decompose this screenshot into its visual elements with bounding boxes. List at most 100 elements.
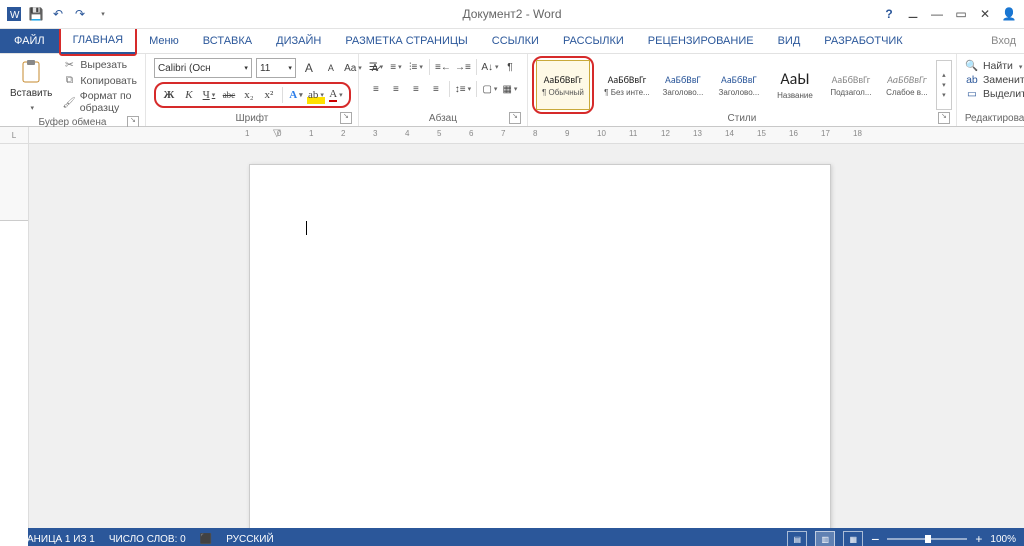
style-normal[interactable]: АаБбВвГг¶ Обычный (536, 60, 590, 110)
font-size-combo[interactable]: 11▾ (256, 58, 296, 78)
align-justify-button[interactable]: ≡ (427, 80, 445, 98)
svg-text:W: W (10, 10, 20, 21)
qat-more-icon[interactable] (94, 6, 110, 22)
italic-button[interactable]: К (180, 86, 198, 104)
font-name-combo[interactable]: Calibri (Осн▾ (154, 58, 252, 78)
text-cursor (306, 221, 307, 235)
align-right-button[interactable]: ≡ (407, 80, 425, 98)
text-effects-button[interactable]: A (287, 86, 305, 104)
tab-references[interactable]: ССЫЛКИ (480, 29, 551, 53)
document-scroll[interactable] (29, 144, 1024, 528)
group-editing: 🔍Найти abЗаменить ▭Выделить Редактирован… (957, 54, 1024, 126)
style-title[interactable]: АаЫНазвание (768, 60, 822, 110)
sort-button[interactable]: A↓ (481, 58, 499, 76)
align-center-button[interactable]: ≡ (387, 80, 405, 98)
zoom-slider[interactable] (887, 538, 967, 540)
tab-insert[interactable]: ВСТАВКА (191, 29, 264, 53)
copy-button[interactable]: ⧉Копировать (60, 73, 139, 88)
view-read-icon[interactable]: ▤ (787, 531, 807, 546)
style-subtitle[interactable]: АаБбВвГгПодзагол... (824, 60, 878, 110)
bullets-button[interactable]: ☰ (367, 58, 385, 76)
replace-icon: ab (965, 74, 979, 86)
bold-button[interactable]: Ж (160, 86, 178, 104)
tab-file[interactable]: ФАЙЛ (0, 29, 59, 53)
zoom-out-button[interactable]: − (871, 531, 879, 546)
highlight-button[interactable]: ab (307, 86, 325, 104)
zoom-level[interactable]: 100% (990, 534, 1016, 545)
tab-developer[interactable]: РАЗРАБОТЧИК (812, 29, 914, 53)
decrease-indent-button[interactable]: ≡← (434, 58, 452, 76)
tab-menu[interactable]: Меню (137, 29, 191, 53)
redo-icon[interactable]: ↷ (72, 6, 88, 22)
find-icon: 🔍 (965, 59, 979, 72)
cut-icon: ✂ (62, 59, 76, 71)
title-bar: W 💾 ↶ ↷ Документ2 - Word ? ⚊ — ▭ ✕ 👤 (0, 0, 1024, 29)
tab-view[interactable]: ВИД (766, 29, 813, 53)
group-clipboard: Вставить ✂Вырезать ⧉Копировать 🖌Формат п… (0, 54, 146, 126)
numbering-button[interactable]: ≡ (387, 58, 405, 76)
borders-button[interactable]: ▦ (501, 80, 519, 98)
format-painter-button[interactable]: 🖌Формат по образцу (60, 89, 139, 115)
paste-label: Вставить (10, 88, 52, 99)
tab-design[interactable]: ДИЗАЙН (264, 29, 333, 53)
ruler-vertical[interactable]: 012345678910111213 (0, 144, 29, 528)
paste-button[interactable]: Вставить (4, 58, 58, 115)
font-format-redbox: Ж К Ч abc x₂ x² A ab A (154, 82, 351, 108)
font-launcher-icon[interactable]: ↘ (340, 112, 352, 124)
tab-home[interactable]: ГЛАВНАЯ (61, 28, 135, 54)
document-area: 012345678910111213 (0, 144, 1024, 528)
strike-button[interactable]: abc (220, 86, 238, 104)
help-icon[interactable]: ? (878, 5, 900, 23)
find-button[interactable]: 🔍Найти (965, 58, 1022, 73)
subscript-button[interactable]: x₂ (240, 86, 258, 104)
style-nospacing[interactable]: АаБбВвГг¶ Без инте... (600, 60, 654, 110)
minimize-icon[interactable]: — (926, 5, 948, 23)
tab-mailings[interactable]: РАССЫЛКИ (551, 29, 636, 53)
status-language[interactable]: РУССКИЙ (226, 534, 273, 545)
shading-button[interactable]: ▢ (481, 80, 499, 98)
maximize-icon[interactable]: ▭ (950, 5, 972, 23)
login-link[interactable]: Вход (991, 35, 1016, 47)
word-app-icon: W (6, 6, 22, 22)
styles-launcher-icon[interactable]: ↘ (938, 112, 950, 124)
multilevel-button[interactable]: ⫶≡ (407, 58, 425, 76)
style-heading2[interactable]: АаБбВвГЗаголово... (712, 60, 766, 110)
page[interactable] (249, 164, 831, 528)
underline-button[interactable]: Ч (200, 86, 218, 104)
font-color-button[interactable]: A (327, 86, 345, 104)
status-proof-icon[interactable]: ⬛ (200, 534, 212, 545)
group-styles: АаБбВвГг¶ Обычный АаБбВвГг¶ Без инте... … (528, 54, 957, 126)
shrink-font-button[interactable]: A (322, 59, 340, 77)
save-icon[interactable]: 💾 (28, 6, 44, 22)
view-web-icon[interactable]: ▦ (843, 531, 863, 546)
select-button[interactable]: ▭Выделить (965, 87, 1024, 101)
style-subtle[interactable]: АаБбВвГгСлабое в... (880, 60, 934, 110)
ribbon-options-icon[interactable]: ⚊ (902, 5, 924, 23)
status-words[interactable]: ЧИСЛО СЛОВ: 0 (109, 534, 186, 545)
ruler-horizontal[interactable]: L 10123456789101112131415161718▽ (0, 127, 1024, 144)
tab-selector[interactable]: L (0, 127, 29, 143)
replace-button[interactable]: abЗаменить (965, 73, 1024, 87)
group-font: Calibri (Осн▾ 11▾ A A Aa A̷ Ж К Ч abc x₂… (146, 54, 359, 126)
close-icon[interactable]: ✕ (974, 5, 996, 23)
view-print-icon[interactable]: ▥ (815, 531, 835, 546)
undo-icon[interactable]: ↶ (50, 6, 66, 22)
tab-review[interactable]: РЕЦЕНЗИРОВАНИЕ (636, 29, 766, 53)
styles-more-button[interactable]: ▴▾▾ (936, 60, 952, 110)
ribbon-tabs: ФАЙЛ ГЛАВНАЯ Меню ВСТАВКА ДИЗАЙН РАЗМЕТК… (0, 29, 1024, 54)
show-marks-button[interactable]: ¶ (501, 58, 519, 76)
superscript-button[interactable]: x² (260, 86, 278, 104)
increase-indent-button[interactable]: →≡ (454, 58, 472, 76)
styles-redbox: АаБбВвГг¶ Обычный (532, 56, 594, 114)
style-heading1[interactable]: АаБбВвГЗаголово... (656, 60, 710, 110)
grow-font-button[interactable]: A (300, 59, 318, 77)
align-left-button[interactable]: ≡ (367, 80, 385, 98)
tab-layout[interactable]: РАЗМЕТКА СТРАНИЦЫ (333, 29, 479, 53)
zoom-in-button[interactable]: + (975, 532, 982, 546)
line-spacing-button[interactable]: ↕≡ (454, 80, 472, 98)
brush-icon: 🖌 (62, 96, 75, 109)
para-launcher-icon[interactable]: ↘ (509, 112, 521, 124)
user-icon[interactable]: 👤 (998, 5, 1020, 23)
cut-button[interactable]: ✂Вырезать (60, 58, 139, 72)
paste-dropdown-icon[interactable] (28, 101, 34, 113)
